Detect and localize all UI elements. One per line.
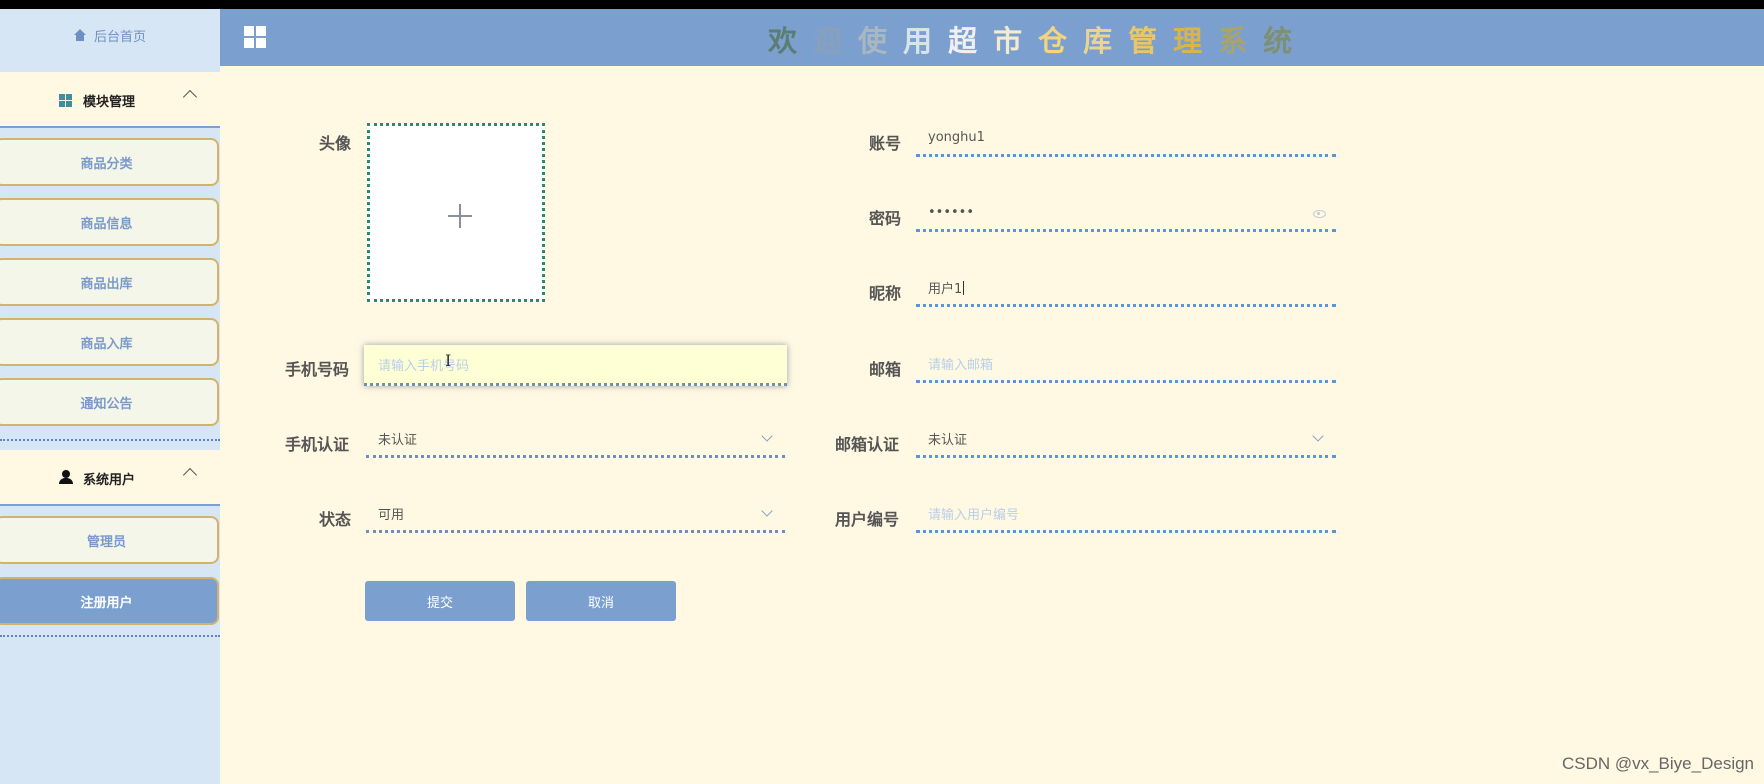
divider [0,439,220,441]
title-char: 使 [858,24,904,58]
title-char: 管 [1128,24,1174,58]
grid-icon [59,94,72,107]
sidebar-item-notice[interactable]: 通知公告 [0,378,219,426]
chevron-down-icon [761,505,773,517]
title-char: 用 [903,24,949,58]
page-title: 欢迎使用超市仓库管理系统 [768,18,1308,60]
select-value: 未认证 [928,433,968,448]
sidebar-item-admin[interactable]: 管理员 [0,516,219,564]
header: 欢迎使用超市仓库管理系统 [220,9,1764,66]
nickname-label: 昵称 [869,284,902,303]
title-char: 市 [993,24,1039,58]
title-char: 统 [1263,24,1309,58]
nickname-input[interactable]: 用户1 [916,271,1336,307]
text-caret [963,280,965,295]
sidebar-item-product-category[interactable]: 商品分类 [0,138,219,186]
phone-placeholder: 请输入手机号码 [378,358,470,374]
title-char: 理 [1173,24,1219,58]
sidebar-item-label: 注册用户 [80,595,133,611]
chevron-down-icon [761,430,773,442]
sidebar-item-label: 商品信息 [80,216,133,232]
sidebar-item-label: 管理员 [86,534,126,550]
input-placeholder: 请输入邮箱 [928,358,994,373]
sidebar-item-label: 商品入库 [80,336,133,352]
apps-icon[interactable] [244,26,266,48]
password-label: 密码 [869,209,902,228]
eye-icon[interactable] [1313,210,1326,218]
window-top-bar [0,0,1764,9]
user-no-label: 用户编号 [835,510,900,529]
avatar-uploader[interactable] [367,123,545,302]
input-placeholder: 请输入用户编号 [928,508,1020,523]
user-icon [59,470,73,484]
sidebar-item-label: 商品出库 [80,276,133,292]
select-value: 未认证 [378,433,418,448]
account-label: 账号 [869,134,902,153]
sidebar: 后台首页 模块管理 商品分类 商品信息 商品出库 商品入库 通知公告 系统用户 … [0,9,220,784]
title-char: 超 [948,24,994,58]
email-input[interactable]: 请输入邮箱 [916,347,1336,383]
divider [0,635,220,637]
home-icon [73,29,86,41]
input-value: •••••• [928,205,975,220]
title-char: 库 [1083,24,1129,58]
text-cursor-icon: I [445,351,452,370]
plus-icon [448,204,472,228]
chevron-down-icon [1312,430,1324,442]
cancel-button[interactable]: 取消 [526,581,676,621]
password-input[interactable]: •••••• [916,196,1336,232]
sidebar-item-label: 通知公告 [80,396,133,412]
chevron-up-icon [182,89,198,105]
chevron-up-icon [182,467,198,483]
status-select[interactable]: 可用 [366,497,785,533]
email-verify-label: 邮箱认证 [835,435,900,454]
sidebar-item-home[interactable]: 后台首页 [0,9,220,61]
email-verify-select[interactable]: 未认证 [916,422,1336,458]
sidebar-group-label: 模块管理 [83,95,136,110]
sidebar-item-registered-users[interactable]: 注册用户 [0,577,219,625]
sidebar-group-system-users[interactable]: 系统用户 [0,450,220,506]
sidebar-item-label: 商品分类 [80,156,133,172]
phone-label: 手机号码 [285,360,350,379]
sidebar-item-product-info[interactable]: 商品信息 [0,198,219,246]
title-char: 仓 [1038,24,1084,58]
input-value: yonghu1 [928,130,985,145]
email-label: 邮箱 [869,360,902,379]
user-no-input[interactable]: 请输入用户编号 [916,497,1336,533]
input-value: 用户1 [928,282,963,297]
phone-verify-select[interactable]: 未认证 [366,422,785,458]
select-value: 可用 [378,508,405,523]
status-label: 状态 [319,510,352,529]
submit-button[interactable]: 提交 [365,581,515,621]
sidebar-item-product-inbound[interactable]: 商品入库 [0,318,219,366]
title-char: 系 [1218,24,1264,58]
account-input[interactable]: yonghu1 [916,121,1336,157]
title-char: 欢 [768,24,814,58]
phone-verify-label: 手机认证 [285,435,350,454]
watermark: CSDN @vx_Biye_Design [1561,754,1754,773]
title-char: 迎 [813,24,859,58]
sidebar-item-product-outbound[interactable]: 商品出库 [0,258,219,306]
sidebar-item-label: 后台首页 [93,29,146,45]
sidebar-group-label: 系统用户 [83,473,136,488]
sidebar-group-module-management[interactable]: 模块管理 [0,72,220,128]
avatar-label: 头像 [319,134,352,153]
phone-input[interactable]: 请输入手机号码 I [364,345,787,386]
